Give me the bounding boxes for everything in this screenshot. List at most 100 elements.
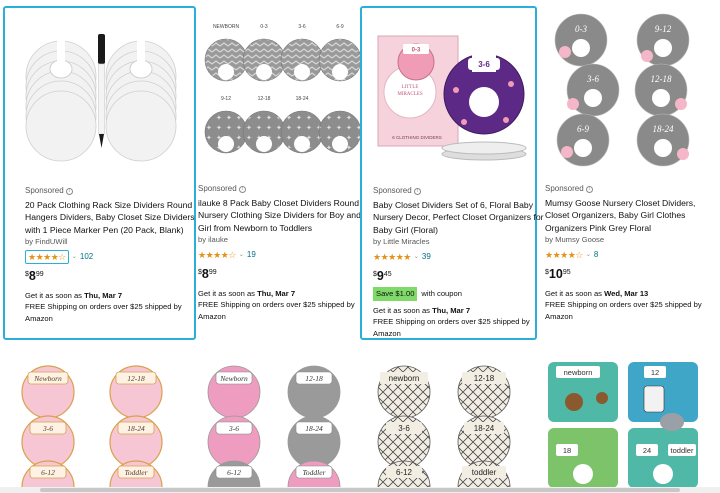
product-image[interactable]: newborn 12 18 24 toddler: [544, 362, 704, 493]
svg-text:18: 18: [563, 446, 571, 455]
star-rating-icon[interactable]: ★★★★☆: [25, 249, 69, 264]
svg-text:Toddler: Toddler: [124, 468, 147, 477]
svg-text:toddler: toddler: [671, 446, 694, 455]
star-rating-icon[interactable]: ★★★★☆: [545, 249, 583, 261]
product-title[interactable]: ilauke 8 Pack Baby Closet Dividers Round…: [198, 197, 370, 234]
svg-text:3-6: 3-6: [398, 424, 410, 433]
sponsored-label[interactable]: Sponsored i: [25, 185, 197, 197]
sponsored-label[interactable]: Sponsored i: [198, 183, 370, 195]
delivery-info: Get it as soon as Thu, Mar 7 FREE Shippi…: [373, 305, 530, 338]
info-icon[interactable]: i: [585, 185, 593, 193]
svg-text:toddler: toddler: [472, 468, 497, 477]
chevron-down-icon[interactable]: ⌄: [414, 251, 419, 263]
svg-text:12: 12: [651, 368, 659, 377]
svg-text:6-9: 6-9: [577, 124, 589, 134]
price[interactable]: $ 8 99: [25, 269, 197, 284]
svg-text:MIRACLES: MIRACLES: [397, 92, 423, 97]
product-brand: by Mumsy Goose: [545, 234, 605, 244]
svg-text:18-24: 18-24: [653, 124, 674, 134]
product-info: Sponsored i Baby Closet Dividers Set of …: [373, 185, 545, 339]
svg-text:3-6: 3-6: [478, 60, 490, 69]
svg-text:0-3: 0-3: [575, 24, 587, 34]
product-brand: by ilauke: [198, 234, 228, 244]
chevron-down-icon[interactable]: ⌄: [239, 249, 244, 261]
review-count[interactable]: 19: [247, 249, 256, 261]
svg-text:0-3: 0-3: [412, 48, 421, 54]
rating[interactable]: ★★★★☆ ⌄ 102: [25, 249, 197, 264]
chevron-down-icon[interactable]: ⌄: [586, 249, 591, 261]
svg-text:0-3: 0-3: [260, 24, 267, 30]
coupon[interactable]: Save $1.00 with coupon: [373, 286, 545, 301]
product-brand: by FindUWill: [25, 236, 68, 246]
product-image[interactable]: newborn 12-18 3-6 18-24 6-12 toddler: [368, 362, 528, 493]
product-card[interactable]: Sponsored i 20 Pack Clothing Rack Size D…: [3, 6, 196, 340]
star-rating-icon[interactable]: ★★★★★: [373, 251, 411, 263]
rating[interactable]: ★★★★★ ⌄ 39: [373, 251, 545, 263]
info-icon[interactable]: i: [65, 187, 73, 195]
info-icon[interactable]: i: [413, 187, 421, 195]
delivery-info: Get it as soon as Thu, Mar 7 FREE Shippi…: [25, 290, 182, 323]
svg-text:18-24: 18-24: [474, 424, 495, 433]
info-icon[interactable]: i: [238, 185, 246, 193]
product-image[interactable]: ✦: [204, 12, 364, 177]
svg-text:9-12: 9-12: [221, 96, 231, 102]
product-image[interactable]: Newborn 12-18 3-6 18-24 6-12 Toddler: [196, 362, 356, 493]
svg-text:9-12: 9-12: [655, 24, 672, 34]
svg-text:Newborn: Newborn: [33, 374, 62, 383]
sponsored-label[interactable]: Sponsored i: [373, 185, 545, 197]
product-info: Sponsored i ilauke 8 Pack Baby Closet Di…: [198, 183, 370, 322]
rating[interactable]: ★★★★☆ ⌄ 19: [198, 249, 370, 261]
product-title[interactable]: Baby Closet Dividers Set of 6, Floral Ba…: [373, 199, 545, 236]
svg-text:6-12: 6-12: [41, 468, 55, 477]
star-rating-icon[interactable]: ★★★★☆: [198, 249, 236, 261]
product-info: Sponsored i Mumsy Goose Nursery Closet D…: [545, 183, 717, 322]
coupon-badge[interactable]: Save $1.00: [373, 286, 418, 301]
price[interactable]: $ 9 45: [373, 269, 545, 284]
product-card[interactable]: LITTLE MIRACLES 6 CLOTHING DIVIDERS 0-3 …: [360, 6, 544, 340]
svg-text:6-12: 6-12: [227, 468, 241, 477]
svg-text:newborn: newborn: [389, 374, 420, 383]
product-info: Sponsored i 20 Pack Clothing Rack Size D…: [25, 185, 197, 324]
rating[interactable]: ★★★★☆ ⌄ 8: [545, 249, 717, 261]
delivery-info: Get it as soon as Wed, Mar 13 FREE Shipp…: [545, 288, 702, 321]
product-image[interactable]: 0-3 9-12 3-6 12-18 6-9 18-24: [551, 12, 711, 177]
svg-text:3-6: 3-6: [298, 24, 305, 30]
svg-text:18-24: 18-24: [127, 424, 145, 433]
svg-text:3-6: 3-6: [586, 74, 599, 84]
sponsored-label[interactable]: Sponsored i: [545, 183, 717, 195]
svg-text:3-6: 3-6: [228, 424, 239, 433]
svg-text:LITTLE: LITTLE: [402, 85, 419, 90]
svg-text:24: 24: [643, 446, 651, 455]
search-results-grid: Sponsored i 20 Pack Clothing Rack Size D…: [0, 0, 720, 493]
svg-text:newborn: newborn: [564, 368, 593, 377]
svg-text:12-18: 12-18: [258, 96, 271, 102]
chevron-down-icon[interactable]: ⌄: [72, 251, 77, 263]
product-card[interactable]: 0-3 9-12 3-6 12-18 6-9 18-24 Sponsored i Mu…: [545, 6, 717, 340]
svg-text:Toddler: Toddler: [302, 468, 325, 477]
svg-text:18-24: 18-24: [305, 424, 323, 433]
svg-text:18-24: 18-24: [296, 96, 309, 102]
svg-text:Newborn: Newborn: [219, 374, 248, 383]
svg-text:12-18: 12-18: [127, 374, 145, 383]
svg-text:3-6: 3-6: [42, 424, 53, 433]
svg-text:12-18: 12-18: [474, 374, 495, 383]
svg-text:12-18: 12-18: [651, 74, 672, 84]
product-title[interactable]: 20 Pack Clothing Rack Size Dividers Roun…: [25, 199, 197, 236]
svg-text:NEWBORN: NEWBORN: [213, 24, 240, 30]
review-count[interactable]: 39: [422, 251, 431, 263]
price[interactable]: $ 8 99: [198, 267, 370, 282]
product-brand: by Little Miracles: [373, 236, 430, 246]
product-title[interactable]: Mumsy Goose Nursery Closet Dividers, Clo…: [545, 197, 717, 234]
product-image[interactable]: [19, 14, 179, 179]
product-card[interactable]: ✦: [198, 6, 370, 340]
review-count[interactable]: 8: [594, 249, 598, 261]
svg-text:6-9: 6-9: [336, 24, 343, 30]
price[interactable]: $ 10 95: [545, 267, 717, 282]
product-image[interactable]: Newborn 12-18 3-6 18-24 6-12 Toddler: [18, 362, 178, 493]
delivery-info: Get it as soon as Thu, Mar 7 FREE Shippi…: [198, 288, 355, 321]
scrollbar-thumb[interactable]: [40, 488, 680, 492]
product-image[interactable]: LITTLE MIRACLES 6 CLOTHING DIVIDERS 0-3 …: [372, 14, 532, 179]
review-count[interactable]: 102: [80, 251, 93, 263]
svg-text:12-18: 12-18: [305, 374, 323, 383]
svg-text:6 CLOTHING DIVIDERS: 6 CLOTHING DIVIDERS: [392, 135, 442, 140]
